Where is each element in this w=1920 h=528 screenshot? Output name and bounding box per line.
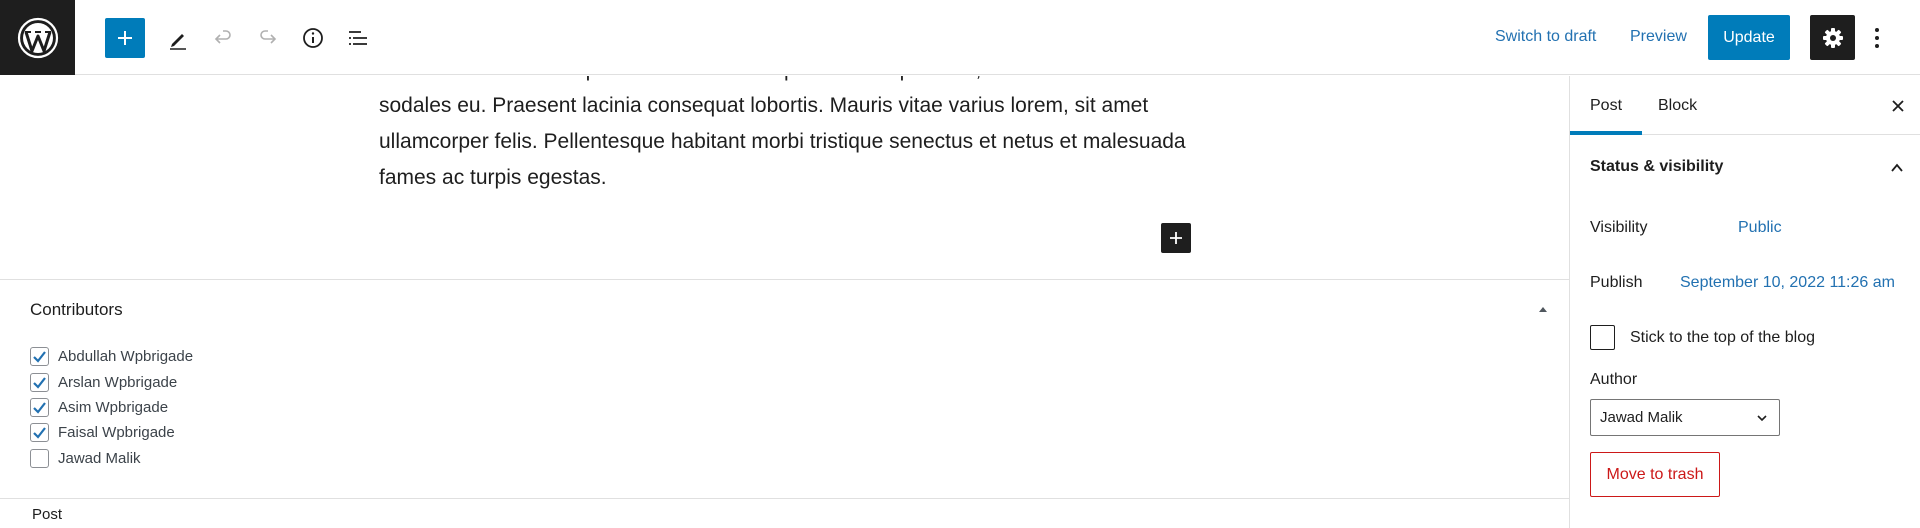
contributor-checkbox[interactable] [30, 423, 49, 443]
contributors-metabox: Contributors Abdullah Wpbrigade Arslan W… [0, 279, 1569, 498]
undo-button[interactable] [203, 18, 243, 58]
contributor-label: Arslan Wpbrigade [58, 373, 178, 391]
contributor-label: Faisal Wpbrigade [58, 424, 175, 442]
list-view-icon [349, 31, 367, 45]
settings-button[interactable] [1810, 15, 1855, 60]
contributor-item[interactable]: Faisal Wpbrigade [30, 420, 193, 445]
list-view-button[interactable] [338, 18, 378, 58]
tab-block[interactable]: Block [1638, 76, 1717, 135]
contributor-checkbox[interactable] [30, 372, 49, 392]
metabox-title: Contributors [30, 300, 123, 319]
paragraph-block[interactable]: tincidunt lorem eu tempus. Praesent ac t… [379, 76, 1199, 196]
preview-button[interactable]: Preview [1630, 28, 1687, 46]
metabox-toggle-button[interactable] [1536, 302, 1550, 316]
settings-sidebar: Post Block Status & visibility Visibilit… [1569, 76, 1920, 528]
redo-icon [260, 30, 277, 44]
editor-canvas: tincidunt lorem eu tempus. Praesent ac t… [0, 76, 1569, 279]
sticky-label[interactable]: Stick to the top of the blog [1630, 329, 1815, 347]
sticky-checkbox[interactable] [1590, 325, 1615, 350]
switch-to-draft-button[interactable]: Switch to draft [1495, 28, 1596, 46]
checkmark-icon [33, 427, 46, 440]
tab-post[interactable]: Post [1570, 76, 1643, 135]
panel-toggle-button[interactable] [1885, 156, 1909, 180]
tools-button[interactable] [158, 18, 198, 58]
plus-icon [1170, 232, 1182, 244]
visibility-label: Visibility [1590, 219, 1648, 236]
plus-icon [118, 31, 132, 45]
more-vertical-icon [1875, 28, 1879, 48]
gear-icon [1822, 27, 1843, 48]
block-breadcrumb-bar: Post [0, 498, 1569, 528]
contributor-label: Asim Wpbrigade [58, 398, 169, 416]
contributor-item[interactable]: Abdullah Wpbrigade [30, 344, 193, 369]
block-inserter-button[interactable] [105, 18, 145, 58]
redo-button[interactable] [248, 18, 288, 58]
contributor-checkbox[interactable] [30, 448, 49, 468]
sidebar-tabs: Post Block [1570, 76, 1920, 135]
details-button[interactable] [293, 18, 333, 58]
undo-icon [214, 30, 231, 44]
contributor-item[interactable]: Arslan Wpbrigade [30, 369, 193, 394]
publish-date-toggle[interactable]: September 10, 2022 11:26 am [1680, 274, 1895, 292]
contributor-checkbox[interactable] [30, 397, 49, 417]
editor-header: Switch to draft Preview Update [0, 0, 1920, 75]
visibility-toggle[interactable]: Public [1738, 219, 1782, 237]
contributor-item[interactable]: Asim Wpbrigade [30, 395, 193, 420]
breadcrumb-item[interactable]: Post [32, 506, 62, 523]
checkmark-icon [33, 402, 46, 414]
options-menu-button[interactable] [1865, 20, 1889, 56]
status-visibility-panel-title[interactable]: Status & visibility [1590, 158, 1723, 176]
contributor-item[interactable]: Jawad Malik [30, 446, 193, 471]
contributor-checkbox[interactable] [30, 347, 49, 367]
triangle-up-icon [1539, 307, 1547, 312]
contributor-label: Jawad Malik [58, 449, 141, 467]
checkmark-icon [33, 376, 46, 389]
author-label: Author [1590, 371, 1638, 388]
close-icon [1892, 100, 1904, 112]
chevron-up-icon [1891, 163, 1903, 172]
author-select[interactable]: Jawad Malik [1590, 399, 1780, 436]
close-sidebar-button[interactable] [1886, 94, 1910, 118]
move-to-trash-button[interactable]: Move to trash [1590, 452, 1720, 497]
update-button[interactable]: Update [1708, 15, 1790, 60]
wordpress-logo-icon[interactable] [0, 0, 75, 75]
info-icon [303, 28, 323, 48]
pencil-icon [170, 34, 186, 50]
checkmark-icon [33, 351, 46, 363]
add-block-button[interactable] [1161, 223, 1191, 253]
author-selected-value: Jawad Malik [1600, 409, 1683, 426]
chevron-down-icon [1757, 415, 1767, 422]
publish-label: Publish [1590, 274, 1643, 291]
contributors-list: Abdullah Wpbrigade Arslan Wpbrigade Asim… [30, 344, 193, 471]
contributor-label: Abdullah Wpbrigade [58, 348, 194, 366]
